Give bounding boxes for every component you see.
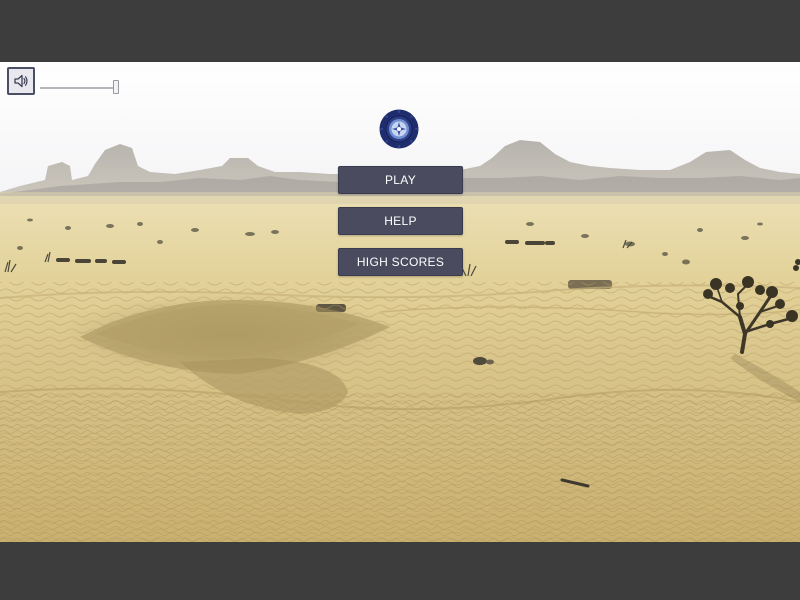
high-scores-button[interactable]: HIGH SCORES (338, 248, 463, 276)
compass-wheel-emblem (379, 109, 419, 149)
volume-slider[interactable] (40, 80, 122, 96)
help-button[interactable]: HELP (338, 207, 463, 235)
letterbox-bottom (0, 542, 800, 600)
main-menu: PLAY HELP HIGH SCORES (338, 166, 463, 289)
letterbox-top (0, 0, 800, 62)
play-button[interactable]: PLAY (338, 166, 463, 194)
game-viewport[interactable]: PLAY HELP HIGH SCORES (0, 62, 800, 542)
speaker-icon (14, 74, 28, 88)
volume-slider-thumb[interactable] (113, 80, 119, 94)
sound-toggle-button[interactable] (7, 67, 35, 95)
volume-slider-fill (40, 87, 113, 89)
